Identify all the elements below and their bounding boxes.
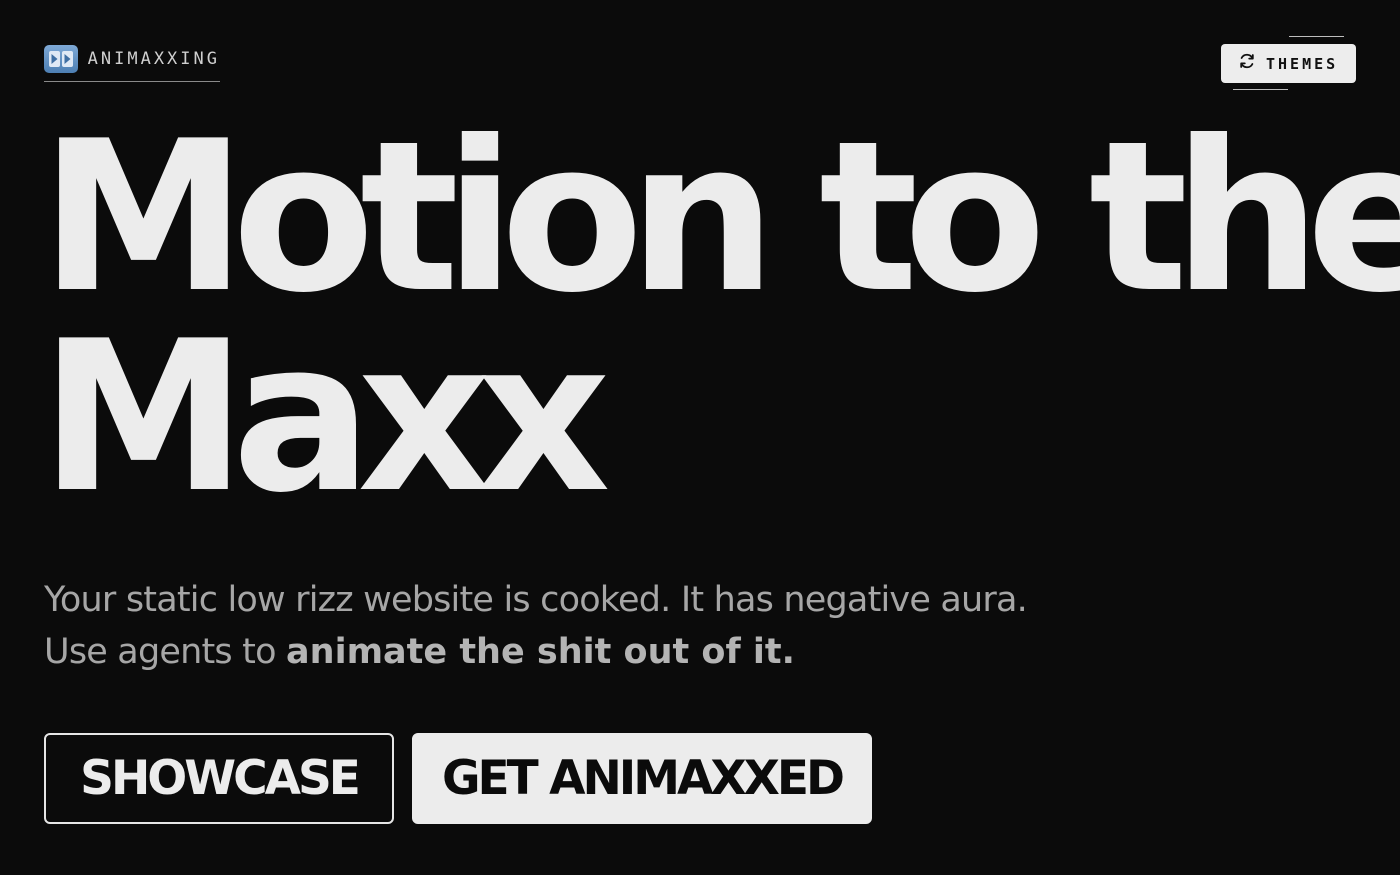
get-animaxxed-button[interactable]: GET ANIMAXXED [412,733,872,824]
themes-control: THEMES [1221,36,1356,90]
themes-label: THEMES [1266,54,1339,73]
subtitle-emphasis: animate the shit out of it. [286,632,795,672]
themes-button[interactable]: THEMES [1221,44,1356,83]
brand-name: ANIMAXXING [87,48,220,69]
headline-line-1: Motion to the [40,97,1400,339]
hero-headline: Motion to the Maxx [40,97,1400,539]
themes-decoration-line [1233,89,1288,90]
subtitle-line-2: Use agents to animate the shit out of it… [44,626,1144,678]
fast-forward-icon [44,44,78,73]
brand-link[interactable]: ANIMAXXING [44,44,220,82]
subtitle-line-2-text: Use agents to [44,632,287,672]
landing-page: ANIMAXXING THEMES Motion to the Maxx You… [0,0,1400,875]
themes-decoration-line [1289,36,1344,37]
subtitle-line-1: Your static low rizz website is cooked. … [44,580,1028,620]
headline-line-2: Maxx [40,297,611,539]
showcase-button[interactable]: SHOWCASE [44,733,394,824]
hero-subtitle: Your static low rizz website is cooked. … [44,574,1144,678]
refresh-icon [1238,52,1256,75]
